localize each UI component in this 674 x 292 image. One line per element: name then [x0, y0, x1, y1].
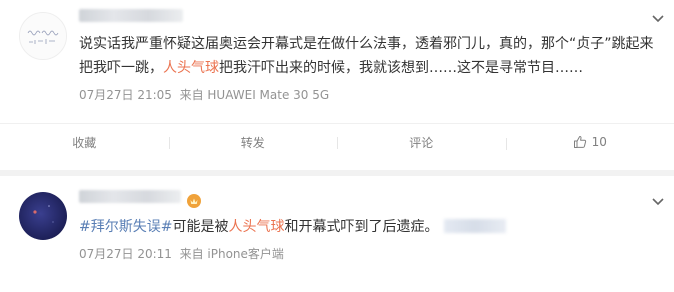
comment-label: 评论	[409, 135, 434, 150]
post-content: 说实话我严重怀疑这届奥运会开幕式是在做什么法事，透着邪门儿，真的，那个“贞子”跳…	[79, 32, 660, 80]
like-count: 10	[591, 135, 607, 149]
blurred-content	[444, 219, 507, 233]
repost-label: 转发	[240, 135, 265, 150]
repost-button[interactable]: 转发	[168, 134, 338, 151]
username-blurred[interactable]	[79, 190, 181, 203]
favorite-button[interactable]: 收藏	[0, 134, 169, 151]
content-text: 把我汗吓出来的时候，我就该想到……这不是寻常节目……	[219, 60, 583, 76]
avatar-image	[33, 205, 54, 223]
avatar[interactable]	[19, 12, 67, 60]
post-source: 来自 iPhone客户端	[179, 247, 284, 261]
chevron-down-icon[interactable]	[650, 193, 666, 209]
post-meta: 07月27日 21:05 来自 HUAWEI Mate 30 5G	[79, 86, 329, 103]
vip-badge-icon[interactable]	[186, 193, 202, 209]
like-button[interactable]: 10	[505, 135, 674, 150]
keyword-highlight[interactable]: 人头气球	[228, 219, 284, 235]
thumbs-up-icon	[573, 136, 586, 148]
content-text: 可能是被	[172, 219, 229, 235]
post-timestamp[interactable]: 07月27日 21:05	[79, 88, 172, 102]
avatar-image	[20, 13, 66, 59]
topic-hashtag-link[interactable]: #拜尔斯失误#	[79, 219, 172, 235]
weibo-post-1: 说实话我严重怀疑这届奥运会开幕式是在做什么法事，透着邪门儿，真的，那个“贞子”跳…	[0, 0, 674, 170]
comment-button[interactable]: 评论	[337, 134, 506, 151]
weibo-post-2: #拜尔斯失误#可能是被人头气球和开幕式吓到了后遗症。 07月27日 20:11 …	[0, 176, 674, 292]
post-content: #拜尔斯失误#可能是被人头气球和开幕式吓到了后遗症。	[79, 215, 660, 239]
favorite-label: 收藏	[72, 135, 97, 150]
post-meta: 07月27日 20:11 来自 iPhone客户端	[79, 245, 284, 262]
avatar[interactable]	[19, 192, 67, 240]
post-source: 来自 HUAWEI Mate 30 5G	[179, 88, 330, 102]
username-blurred[interactable]	[79, 9, 183, 22]
content-text: 和开幕式吓到了后遗症。	[284, 219, 439, 235]
chevron-down-icon[interactable]	[650, 10, 666, 26]
action-bar: 收藏 转发 评论 10	[0, 123, 674, 160]
keyword-highlight[interactable]: 人头气球	[163, 60, 219, 76]
post-timestamp[interactable]: 07月27日 20:11	[79, 247, 172, 261]
